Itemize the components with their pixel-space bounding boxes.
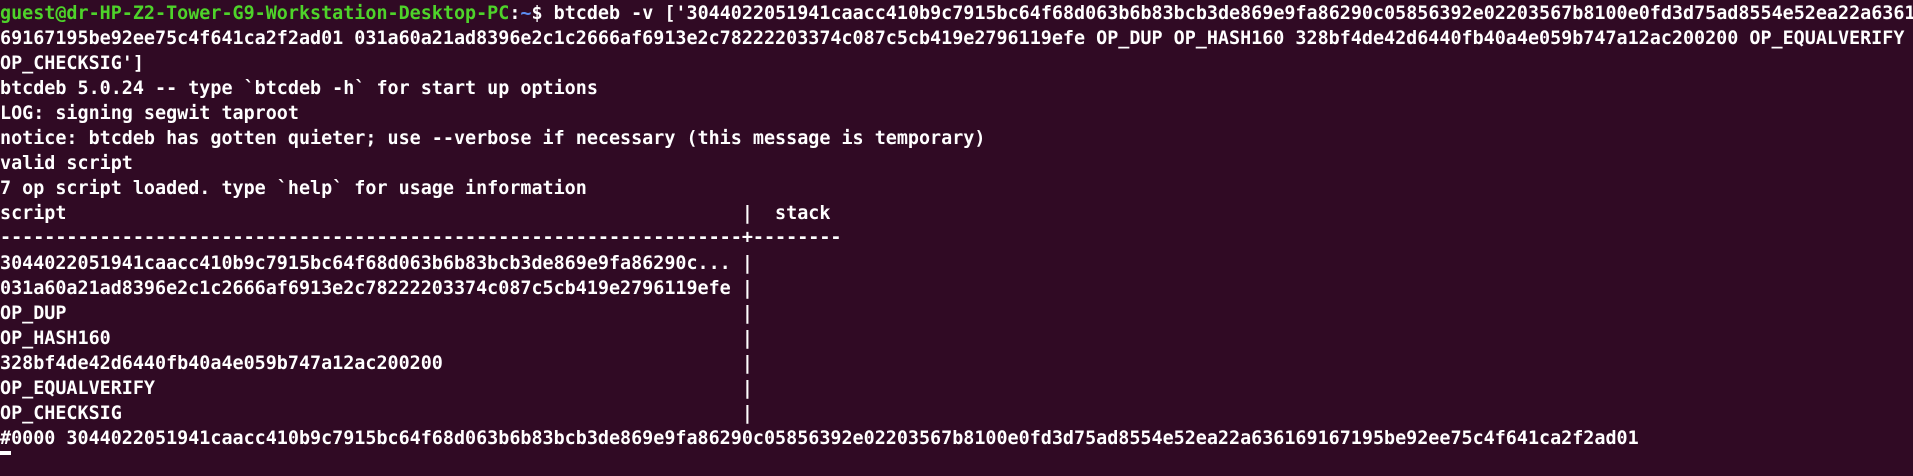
prompt-dollar: $ [531,3,554,24]
table-row: 031a60a21ad8396e2c1c2666af6913e2c7822220… [0,278,753,299]
table-header: script | stack [0,203,831,224]
command-line-3: OP_CHECKSIG'] [0,53,144,74]
prompt-colon: : [509,3,521,24]
command-text-part-1: btcdeb -v ['3044022051941caacc410b9c7915… [553,3,1913,24]
table-separator: ----------------------------------------… [0,227,842,248]
command-line-2: 69167195be92ee75c4f641ca2f2ad01 031a60a2… [0,28,1905,49]
prompt-cwd: ~ [520,3,532,24]
command-line-1: guest@dr-HP-Z2-Tower-G9-Workstation-Desk… [0,1,1913,26]
output-notice: notice: btcdeb has gotten quieter; use -… [0,128,986,149]
output-version: btcdeb 5.0.24 -- type `btcdeb -h` for st… [0,78,598,99]
table-row: OP_EQUALVERIFY | [0,378,753,399]
cursor-line [0,451,1913,476]
output-valid: valid script [0,153,133,174]
table-row: 328bf4de42d6440fb40a4e059b747a12ac200200… [0,353,753,374]
table-row: OP_HASH160 | [0,328,753,349]
table-row: OP_DUP | [0,303,753,324]
terminal-cursor [0,451,11,455]
output-log: LOG: signing segwit taproot [0,103,299,124]
terminal-window[interactable]: guest@dr-HP-Z2-Tower-G9-Workstation-Desk… [0,0,1913,457]
step-output: #0000 3044022051941caacc410b9c7915bc64f6… [0,428,1639,449]
table-row: 3044022051941caacc410b9c7915bc64f68d063b… [0,253,753,274]
table-row: OP_CHECKSIG | [0,403,753,424]
prompt-user-host: guest@dr-HP-Z2-Tower-G9-Workstation-Desk… [0,3,510,24]
output-loaded: 7 op script loaded. type `help` for usag… [0,178,587,199]
